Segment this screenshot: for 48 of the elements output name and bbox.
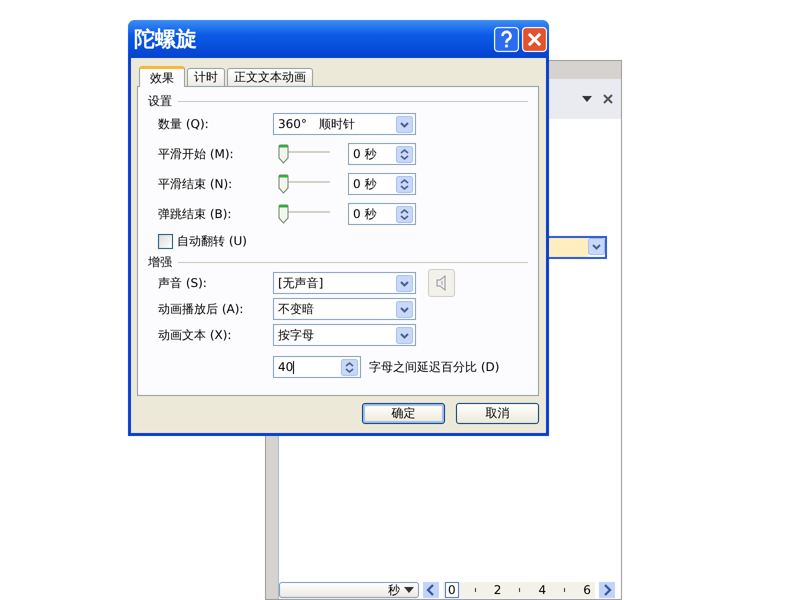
dropdown-field[interactable]: 360° 顺时针 [273, 113, 416, 135]
field-label: 动画文本 (X): [158, 326, 232, 344]
field-label: 声音 (S): [158, 274, 208, 292]
dropdown-arrow-icon[interactable] [581, 95, 593, 103]
spin-field[interactable]: 0 秒 [348, 173, 416, 195]
spin-arrows-icon[interactable] [396, 206, 413, 222]
slider[interactable] [278, 203, 330, 225]
spin-field[interactable]: 0 秒 [348, 203, 416, 225]
tab[interactable]: 效果 [139, 66, 185, 87]
spin-arrows-icon[interactable] [341, 358, 358, 376]
unit-dropdown[interactable]: 秒 [279, 582, 419, 598]
spin-field[interactable]: 0 秒 [348, 143, 416, 165]
group-heading: 增强 [148, 254, 172, 270]
ruler-label: 4 [538, 583, 548, 597]
field-label: 平滑结束 (N): [158, 176, 234, 192]
ok-button[interactable]: 确定 [362, 403, 445, 424]
dropdown-field[interactable]: [无声音] [273, 272, 416, 294]
group-heading: 设置 [148, 92, 172, 110]
slider[interactable] [278, 143, 330, 165]
scroll-left-icon[interactable] [423, 582, 439, 598]
speaker-icon [436, 275, 448, 291]
dropdown-field[interactable]: 按字母 [273, 324, 416, 346]
close-icon[interactable] [603, 94, 613, 104]
spin-field[interactable]: 40 [273, 356, 361, 378]
tab[interactable]: 计时 [187, 68, 225, 86]
field-label: 动画播放后 (A): [158, 300, 244, 318]
window-title: 陀螺旋 [134, 25, 198, 53]
field-label: 字母之间延迟百分比 (D) [369, 358, 500, 376]
field-label: 数量 (Q): [158, 116, 210, 132]
checkbox[interactable] [158, 234, 173, 248]
field-label: 平滑开始 (M): [158, 146, 235, 162]
checkbox-label[interactable]: 自动翻转 (U) [177, 232, 247, 250]
field-label: 弹跳结束 (B): [158, 206, 232, 222]
scroll-right-icon[interactable] [599, 582, 615, 598]
caret-icon [404, 587, 414, 593]
ruler-label: 2 [492, 583, 502, 597]
slider-thumb[interactable] [278, 144, 289, 164]
ruler-label: 6 [582, 583, 592, 597]
slider[interactable] [278, 173, 330, 195]
spin-arrows-icon[interactable] [396, 146, 413, 162]
tab[interactable]: 正文文本动画 [227, 68, 313, 86]
cancel-button[interactable]: 取消 [456, 403, 539, 424]
slider-thumb[interactable] [278, 174, 289, 194]
ruler-label: 0 [445, 582, 459, 598]
dropdown-field[interactable]: 不变暗 [273, 298, 416, 320]
slider-thumb[interactable] [278, 204, 289, 224]
spin-arrows-icon[interactable] [396, 176, 413, 192]
help-icon[interactable] [494, 26, 519, 52]
